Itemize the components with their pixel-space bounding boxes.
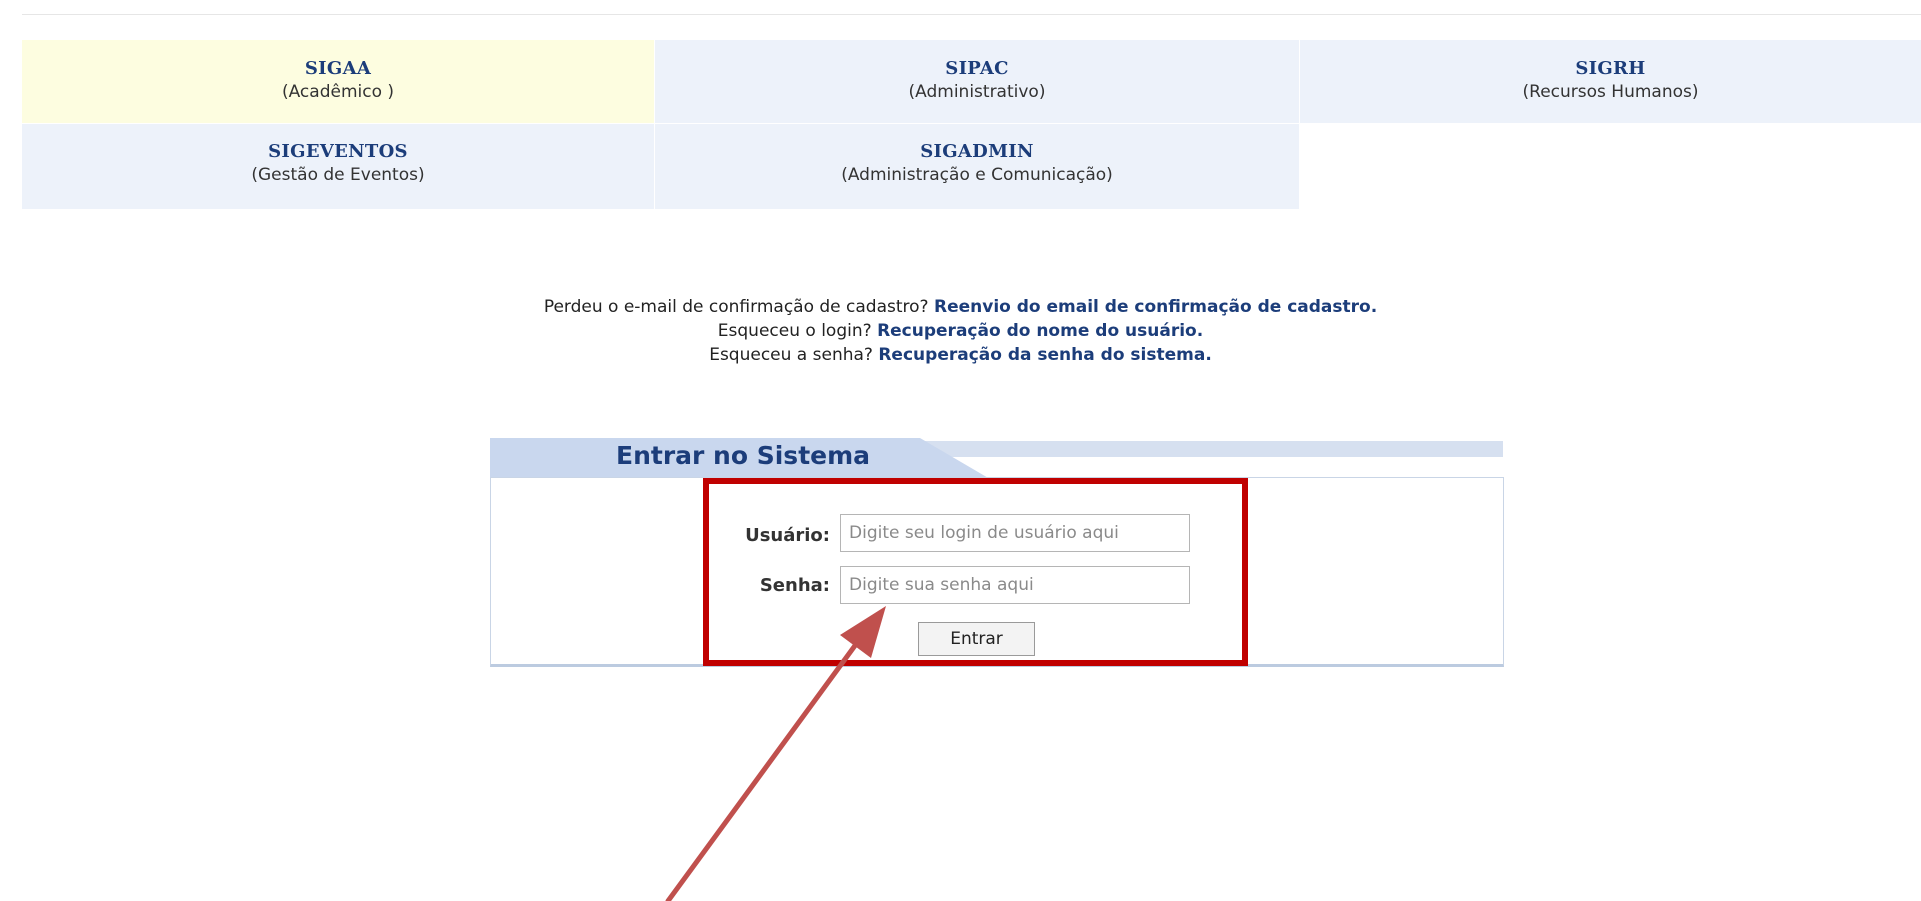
system-subtitle: (Gestão de Eventos) <box>251 165 425 185</box>
system-link-sigaa[interactable]: SIGAA (Acadêmico ) <box>22 40 654 123</box>
system-name: SIGEVENTOS <box>268 141 408 162</box>
system-link-sigrh[interactable]: SIGRH (Recursos Humanos) <box>1300 40 1921 123</box>
resend-confirmation-email-link[interactable]: Reenvio do email de confirmação de cadas… <box>934 297 1377 317</box>
system-name: SIGAA <box>304 58 372 79</box>
username-label: Usuário: <box>745 525 830 546</box>
system-link-sigadmin[interactable]: SIGADMIN (Administração e Comunicação) <box>655 124 1299 209</box>
system-name: SIGADMIN <box>920 141 1034 162</box>
system-name: SIPAC <box>945 58 1009 79</box>
system-name: SIGRH <box>1575 58 1646 79</box>
password-label: Senha: <box>759 575 830 596</box>
system-subtitle: (Recursos Humanos) <box>1522 82 1699 102</box>
help-question: Esqueceu o login? <box>717 321 878 341</box>
system-subtitle: (Acadêmico ) <box>281 82 395 102</box>
top-divider <box>22 14 1921 15</box>
recover-username-link[interactable]: Recuperação do nome do usuário. <box>877 321 1203 341</box>
help-question: Esqueceu a senha? <box>709 345 879 365</box>
help-question: Perdeu o e-mail de confirmação de cadast… <box>543 297 934 317</box>
system-link-sipac[interactable]: SIPAC (Administrativo) <box>655 40 1299 123</box>
login-panel-title: Entrar no Sistema <box>616 441 871 470</box>
system-subtitle: (Administrativo) <box>908 82 1046 102</box>
help-line-recover-login: Esqueceu o login? Recuperação do nome do… <box>0 321 1921 341</box>
login-submit-button[interactable]: Entrar <box>918 622 1035 656</box>
system-subtitle: (Administração e Comunicação) <box>841 165 1113 185</box>
password-input[interactable] <box>840 566 1190 604</box>
help-line-recover-password: Esqueceu a senha? Recuperação da senha d… <box>0 345 1921 365</box>
username-input[interactable] <box>840 514 1190 552</box>
recover-password-link[interactable]: Recuperação da senha do sistema. <box>878 345 1211 365</box>
system-link-sigeventos[interactable]: SIGEVENTOS (Gestão de Eventos) <box>22 124 654 209</box>
help-line-resend-email: Perdeu o e-mail de confirmação de cadast… <box>0 297 1921 317</box>
